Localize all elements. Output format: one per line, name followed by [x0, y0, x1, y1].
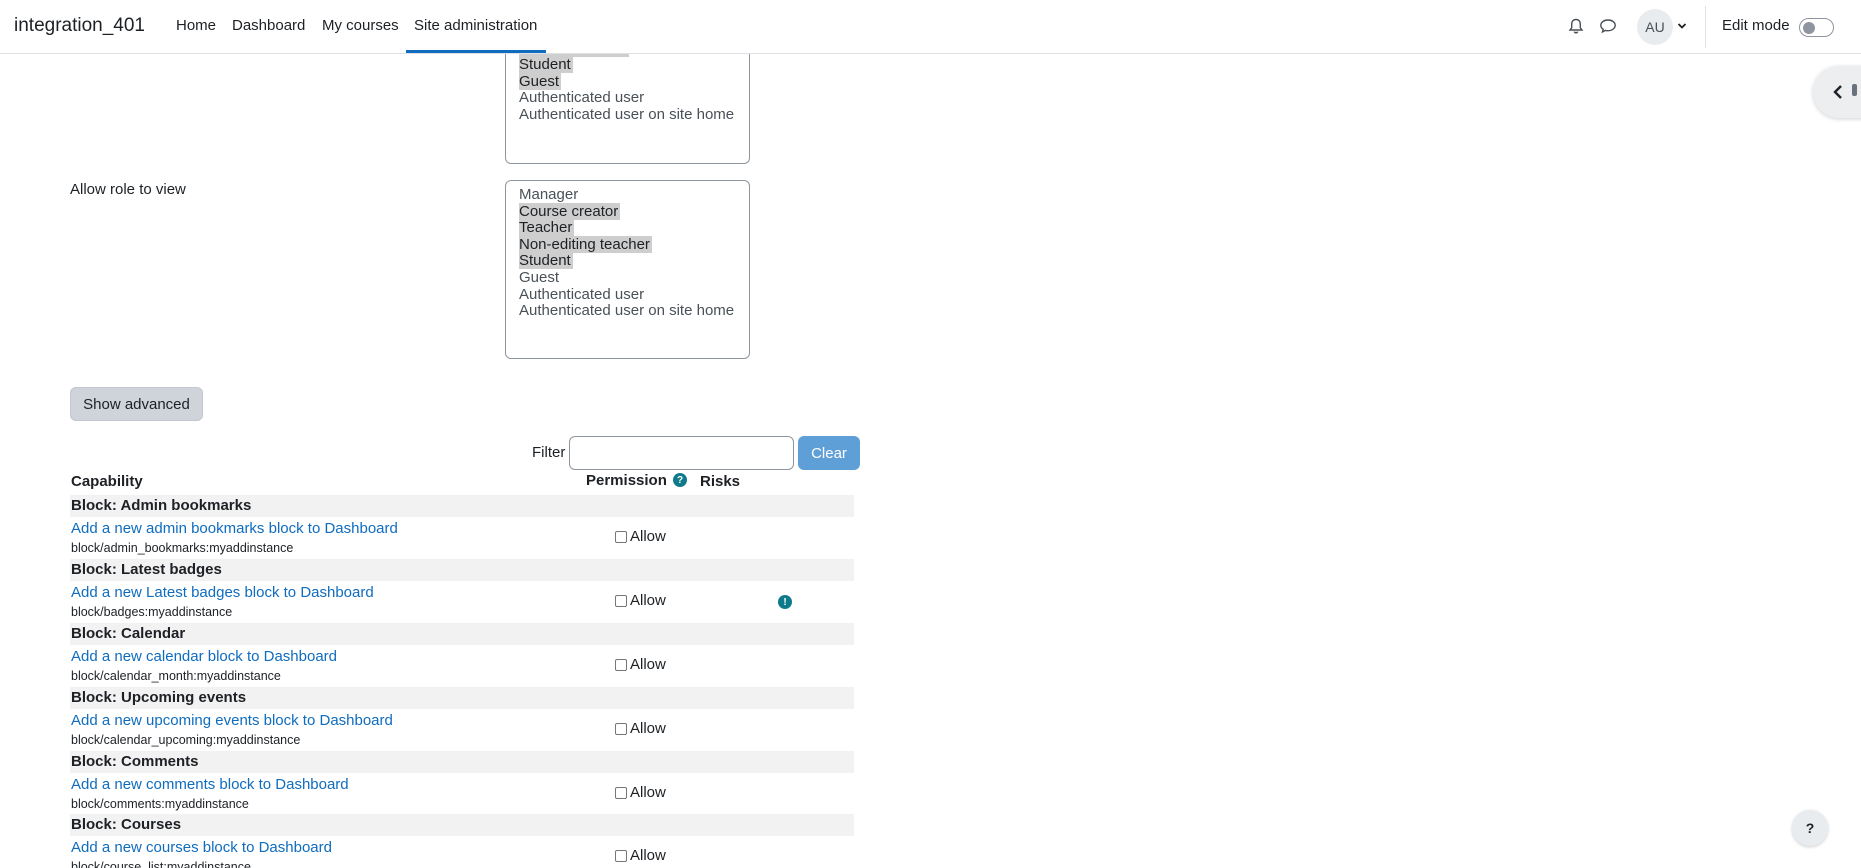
- listbox-option[interactable]: Guest: [506, 72, 749, 91]
- capability-link[interactable]: Add a new comments block to Dashboard: [71, 776, 349, 793]
- group-header-row: Block: Calendar: [70, 623, 854, 645]
- user-avatar[interactable]: AU: [1637, 9, 1673, 45]
- listbox-option[interactable]: Teacher: [506, 219, 749, 237]
- capability-name: block/badges:myaddinstance: [71, 605, 233, 619]
- risks-header: Risks: [700, 473, 741, 490]
- capability-name: block/course_list:myaddinstance: [71, 860, 251, 868]
- allow-role-to-view-listbox[interactable]: Manager Course creator Teacher Non-editi…: [505, 180, 750, 359]
- allow-checkbox[interactable]: [615, 849, 627, 862]
- allow-checkbox-label[interactable]: Allow: [615, 528, 666, 545]
- capability-link[interactable]: Add a new calendar block to Dashboard: [71, 648, 337, 665]
- allow-checkbox[interactable]: [615, 722, 627, 735]
- nav-site-administration[interactable]: Site administration: [414, 17, 537, 34]
- table-row: Add a new comments block to Dashboard bl…: [70, 773, 854, 815]
- allow-checkbox[interactable]: [615, 530, 627, 543]
- notifications-button[interactable]: [1564, 14, 1588, 38]
- capability-name: block/calendar_month:myaddinstance: [71, 669, 281, 683]
- capability-name: block/admin_bookmarks:myaddinstance: [71, 541, 294, 555]
- listbox-option[interactable]: Authenticated user on site home: [506, 106, 749, 124]
- allow-role-to-view-label: Allow role to view: [70, 181, 186, 198]
- messages-button[interactable]: [1596, 14, 1620, 38]
- capability-name: block/calendar_upcoming:myaddinstance: [71, 733, 301, 747]
- nav-active-indicator: [406, 50, 546, 53]
- listbox-option[interactable]: Student: [506, 252, 749, 270]
- group-header-row: Block: Admin bookmarks: [70, 495, 854, 517]
- capability-name: block/comments:myaddinstance: [71, 797, 249, 811]
- listbox-option[interactable]: Student: [506, 56, 749, 74]
- show-advanced-button[interactable]: Show advanced: [70, 387, 203, 421]
- allow-checkbox[interactable]: [615, 786, 627, 799]
- table-row: Add a new calendar block to Dashboard bl…: [70, 645, 854, 687]
- capability-link[interactable]: Add a new Latest badges block to Dashboa…: [71, 584, 374, 601]
- edit-mode-label: Edit mode: [1722, 17, 1790, 34]
- filter-label: Filter: [532, 444, 566, 461]
- listbox-option[interactable]: Manager: [506, 186, 749, 204]
- chat-icon: [1600, 19, 1616, 34]
- group-header-row: Block: Courses: [70, 814, 854, 836]
- help-icon[interactable]: ?: [673, 473, 687, 487]
- listbox-option[interactable]: Course creator: [506, 202, 749, 221]
- listbox-option[interactable]: Authenticated user on site home: [506, 302, 749, 320]
- nav-home[interactable]: Home: [176, 17, 216, 34]
- listbox-option[interactable]: Non-editing teacher: [506, 235, 749, 254]
- navbar: integration_401 Home Dashboard My course…: [0, 0, 1861, 54]
- group-header-row: Block: Comments: [70, 751, 854, 773]
- capability-link[interactable]: Add a new admin bookmarks block to Dashb…: [71, 520, 398, 537]
- permission-header: Permission: [586, 472, 667, 489]
- edit-mode-toggle[interactable]: [1799, 18, 1834, 37]
- bell-icon: [1568, 18, 1584, 33]
- table-row: Add a new courses block to Dashboard blo…: [70, 836, 854, 868]
- table-row: Add a new upcoming events block to Dashb…: [70, 709, 854, 751]
- filter-input[interactable]: [569, 436, 794, 470]
- capability-link[interactable]: Add a new courses block to Dashboard: [71, 839, 332, 856]
- listbox-option[interactable]: Authenticated user: [506, 286, 749, 304]
- toggle-knob: [1803, 22, 1815, 34]
- capability-header: Capability: [71, 473, 143, 490]
- scrollbar-thumb[interactable]: [1852, 84, 1857, 96]
- allow-checkbox-label[interactable]: Allow: [615, 656, 666, 673]
- table-row: Add a new admin bookmarks block to Dashb…: [70, 517, 854, 559]
- listbox-option[interactable]: Guest: [506, 269, 749, 287]
- group-header-row: Block: Latest badges: [70, 559, 854, 581]
- allow-checkbox-label[interactable]: Allow: [615, 720, 666, 737]
- allow-checkbox-label[interactable]: Allow: [615, 784, 666, 801]
- navbar-divider: [1705, 6, 1706, 48]
- chevron-left-icon: [1833, 85, 1842, 99]
- table-row: Add a new Latest badges block to Dashboa…: [70, 581, 854, 623]
- risk-icon[interactable]: !: [778, 595, 792, 609]
- allow-checkbox-label[interactable]: Allow: [615, 847, 666, 864]
- allow-checkbox[interactable]: [615, 658, 627, 671]
- capability-link[interactable]: Add a new upcoming events block to Dashb…: [71, 712, 393, 729]
- clear-filter-button[interactable]: Clear: [798, 436, 860, 470]
- allow-checkbox-label[interactable]: Allow: [615, 592, 666, 609]
- nav-my-courses[interactable]: My courses: [322, 17, 399, 34]
- nav-dashboard[interactable]: Dashboard: [232, 17, 305, 34]
- allow-role-listbox-partial[interactable]: Student Guest Authenticated user Authent…: [505, 47, 750, 164]
- help-button[interactable]: ?: [1792, 810, 1828, 846]
- group-header-row: Block: Upcoming events: [70, 687, 854, 709]
- site-brand[interactable]: integration_401: [14, 15, 145, 37]
- listbox-option[interactable]: Authenticated user: [506, 89, 749, 107]
- chevron-down-icon[interactable]: [1677, 19, 1687, 33]
- allow-checkbox[interactable]: [615, 594, 627, 607]
